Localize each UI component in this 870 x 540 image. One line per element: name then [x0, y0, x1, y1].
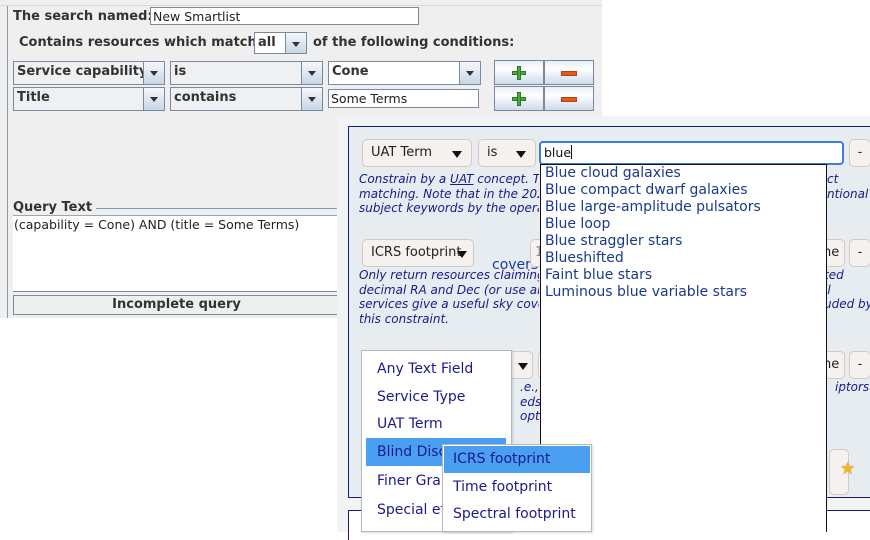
uat-link[interactable]: UAT [450, 172, 473, 186]
icrs-field-value: ICRS footprint [371, 245, 462, 260]
chevron-down-icon[interactable] [301, 88, 322, 110]
help-text-line: uded by [824, 297, 870, 311]
chevron-down-icon[interactable] [301, 62, 322, 84]
query-text-separator [96, 208, 340, 209]
condition-operator-combo[interactable]: is [170, 61, 323, 85]
uat-input-value: blue [544, 145, 572, 160]
chevron-down-icon[interactable] [285, 33, 306, 53]
remove-uat-constraint-button[interactable]: - [849, 139, 870, 167]
match-mode-combo[interactable]: all [254, 32, 307, 54]
blind-discovery-submenu: ICRS footprint Time footprint Spectral f… [442, 444, 592, 532]
remove-third-constraint-button[interactable]: - [849, 351, 870, 379]
dropdown-triangle-icon [457, 251, 467, 258]
suggestion-item[interactable]: Blue straggler stars [541, 233, 826, 250]
uat-field-value: UAT Term [371, 145, 432, 160]
icrs-field-select[interactable]: ICRS footprint [362, 239, 474, 267]
condition-operator-value: is [174, 64, 187, 79]
match-mode-value: all [258, 35, 276, 50]
plus-icon-stroke [517, 66, 521, 80]
window-left-border [7, 6, 8, 318]
condition-value-combo[interactable]: Cone [328, 61, 481, 85]
query-text-label: Query Text [13, 200, 93, 215]
condition-value-input[interactable]: Some Terms [328, 89, 479, 108]
help-text-line: iptors of [835, 380, 870, 394]
uat-operator-select[interactable]: is [478, 139, 536, 167]
suggestion-item[interactable]: Blue large-amplitude pulsators [541, 199, 826, 216]
icrs-help-text: Only return resources claiming to decima… [359, 268, 539, 326]
help-text-line: ct [827, 172, 839, 186]
condition-field-value: Service capability [17, 64, 148, 79]
submenu-item-time-footprint[interactable]: Time footprint [444, 474, 590, 501]
help-text-line: subject keywords by the operators [359, 201, 539, 215]
uat-help-text: Constrain by a UAT concept. This matchin… [359, 172, 539, 216]
match-prefix-label: Contains resources which match [19, 35, 257, 50]
condition-field-combo[interactable]: Title [13, 87, 165, 111]
uat-operator-value: is [487, 145, 498, 160]
help-text-line: ll [824, 282, 831, 297]
dropdown-triangle-icon [516, 151, 526, 158]
condition-field-combo[interactable]: Service capability [13, 61, 165, 85]
menu-item-service-type[interactable]: Service Type [366, 383, 506, 411]
help-text-line: ted [824, 268, 844, 282]
remove-condition-button[interactable] [544, 60, 594, 85]
remove-condition-button[interactable] [544, 86, 594, 111]
search-name-label: The search named: [13, 9, 153, 24]
query-text-area[interactable]: (capability = Cone) AND (title = Some Te… [13, 215, 340, 292]
chevron-down-icon[interactable] [143, 62, 164, 84]
suggestion-item[interactable]: Blue loop [541, 216, 826, 233]
condition-field-value: Title [17, 90, 50, 105]
uat-field-select[interactable]: UAT Term [362, 139, 472, 167]
suggestion-item[interactable]: Blue compact dwarf galaxies [541, 182, 826, 199]
help-text-line: Only return resources claiming to [359, 268, 539, 282]
suggestion-item[interactable]: Blueshifted [541, 250, 826, 267]
dropdown-triangle-icon [518, 363, 528, 370]
text-caret [571, 145, 573, 159]
uat-term-input[interactable]: blue [539, 141, 844, 165]
uat-help-text-right: ct ntional [827, 172, 868, 201]
search-name-input[interactable]: New Smartlist [150, 7, 419, 25]
plus-icon-stroke [517, 92, 521, 106]
add-condition-button[interactable] [494, 60, 544, 85]
suggestion-item[interactable]: Luminous blue variable stars [541, 284, 826, 301]
star-icon[interactable]: ★ [840, 461, 855, 478]
submenu-item-icrs-footprint[interactable]: ICRS footprint [444, 446, 590, 473]
query-status: Incomplete query [13, 295, 340, 315]
dropdown-triangle-icon [452, 151, 462, 158]
condition-operator-combo[interactable]: contains [170, 87, 323, 111]
help-text-line: this constraint. [359, 311, 449, 326]
window-top-border [0, 5, 602, 6]
add-condition-button[interactable] [494, 86, 544, 111]
icrs-help-text-right: ted ll uded by [824, 268, 870, 312]
condition-operator-value: contains [174, 90, 237, 105]
help-text-line: decimal RA and Dec (or use an o [359, 282, 539, 297]
chevron-down-icon[interactable] [143, 88, 164, 110]
help-text-fragment: concept. This [477, 172, 539, 186]
help-text-line: services give a useful sky coverag [359, 297, 539, 311]
condition-value: Cone [332, 64, 369, 79]
suggestion-item[interactable]: Blue cloud galaxies [541, 165, 826, 182]
help-text-fragment: Constrain by a [359, 172, 451, 186]
help-text-line: ntional [827, 186, 869, 201]
chevron-down-icon[interactable] [459, 62, 480, 84]
menu-item-any-text-field[interactable]: Any Text Field [366, 355, 506, 383]
suggestion-item[interactable]: Faint blue stars [541, 267, 826, 284]
menu-item-uat-term[interactable]: UAT Term [366, 410, 506, 438]
minus-icon [561, 71, 577, 76]
minus-icon [561, 97, 577, 102]
help-text-line: matching. Note that in the 2021 V [359, 186, 539, 201]
match-suffix-label: of the following conditions: [313, 35, 515, 50]
third-help-text-right: iptors of [835, 380, 870, 395]
remove-icrs-constraint-button[interactable]: - [849, 239, 870, 267]
submenu-item-spectral-footprint[interactable]: Spectral footprint [444, 501, 590, 528]
